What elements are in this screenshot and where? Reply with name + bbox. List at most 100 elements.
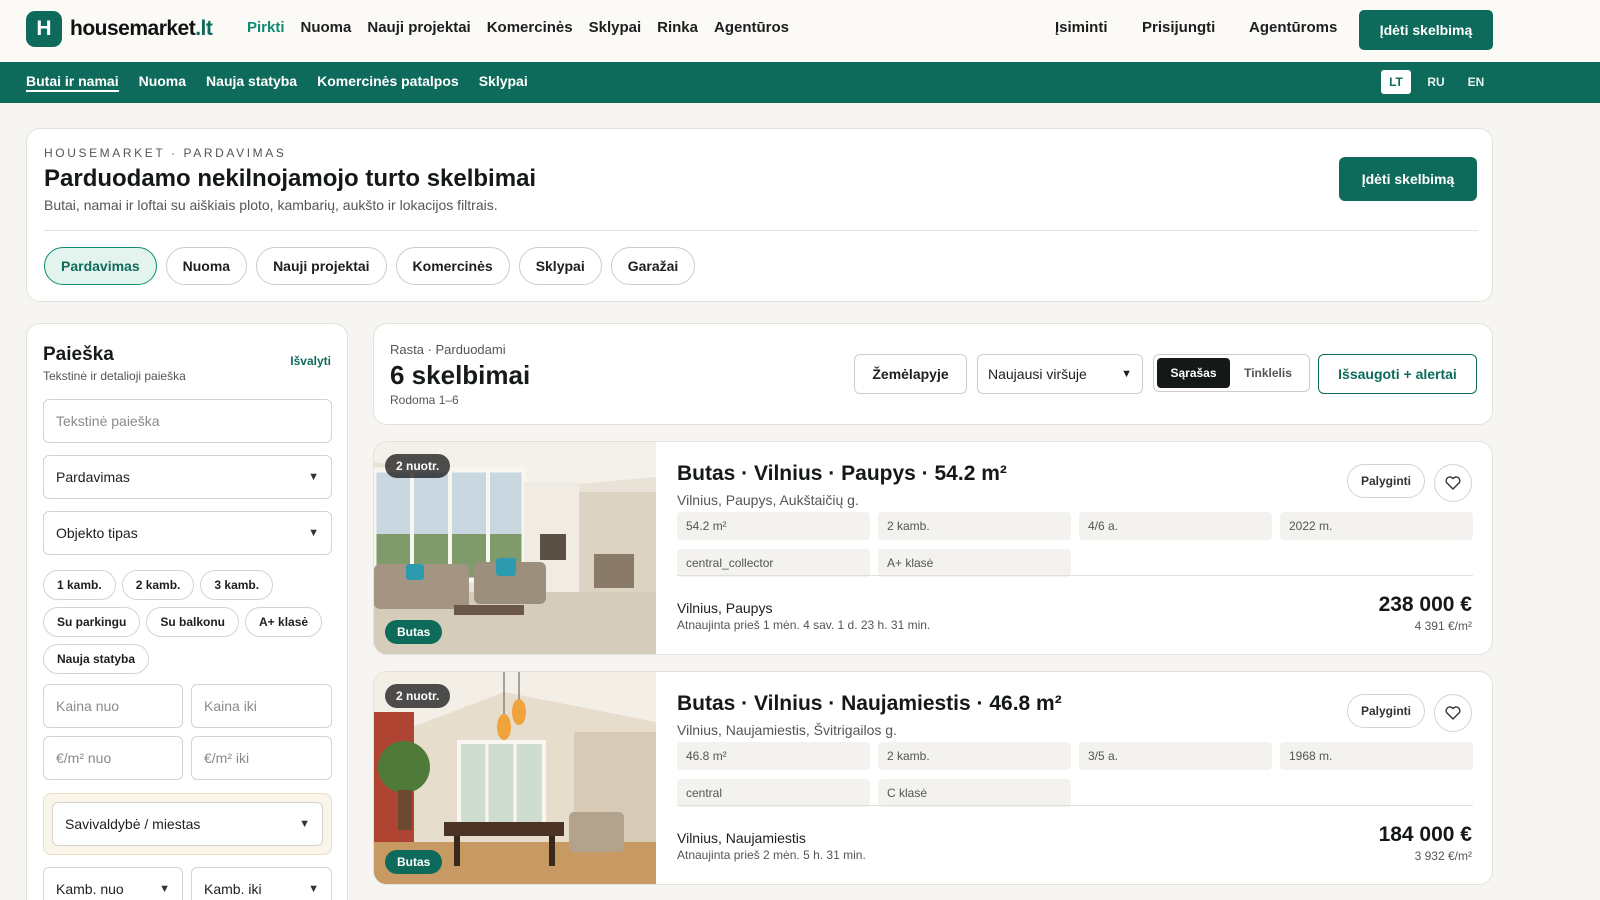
price-from-input[interactable]: Kaina nuo	[43, 684, 183, 728]
view-list-toggle[interactable]: Sąrašas	[1157, 358, 1230, 388]
language-switcher: LT RU EN	[1381, 70, 1491, 94]
chip-parking[interactable]: Su parkingu	[43, 607, 141, 637]
fact-floor: 4/6 a.	[1079, 512, 1272, 540]
logo-text: housemarket.lt	[70, 17, 213, 41]
nav-sklypai[interactable]: Sklypai	[589, 19, 642, 36]
nav-nuoma[interactable]: Nuoma	[301, 19, 352, 36]
map-view-button[interactable]: Žemėlapyje	[854, 354, 967, 394]
listing-photo[interactable]: 2 nuotr. Butas	[374, 442, 656, 654]
fact-energy-class: C klasė	[878, 779, 1071, 807]
ppm-to-input[interactable]: €/m² iki	[191, 736, 332, 780]
tab-pardavimas[interactable]: Pardavimas	[44, 247, 157, 285]
fact-energy-class: A+ klasė	[878, 549, 1071, 577]
rooms-from-value: Kamb. nuo	[56, 881, 124, 897]
municipality-select[interactable]: Savivaldybė / miestas ▼	[52, 802, 323, 846]
tab-nauji-projektai[interactable]: Nauji projektai	[256, 247, 387, 285]
listing-title[interactable]: Butas · Vilnius · Naujamiestis · 46.8 m²	[677, 692, 1062, 716]
chevron-down-icon: ▼	[308, 527, 319, 539]
rooms-to-value: Kamb. iki	[204, 881, 262, 897]
save-search-alert-button[interactable]: Išsaugoti + alertai	[1318, 354, 1477, 394]
logo-tld: .lt	[195, 17, 213, 40]
rooms-to-select[interactable]: Kamb. iki ▼	[191, 867, 332, 900]
chip-2-rooms[interactable]: 2 kamb.	[121, 570, 195, 600]
sort-select[interactable]: Naujausi viršuje ▼	[977, 354, 1143, 394]
lang-ru[interactable]: RU	[1421, 70, 1451, 94]
fact-year: 2022 m.	[1280, 512, 1473, 540]
subnav-butai-ir-namai[interactable]: Butai ir namai	[26, 73, 119, 92]
nav-komercines[interactable]: Komercinės	[487, 19, 573, 36]
price-to-input[interactable]: Kaina iki	[191, 684, 332, 728]
deal-type-select[interactable]: Pardavimas ▼	[43, 455, 332, 499]
agencies-link[interactable]: Agentūroms	[1249, 19, 1337, 36]
view-toggle: Sąrašas Tinklelis	[1153, 354, 1310, 392]
listing-title[interactable]: Butas · Vilnius · Paupys · 54.2 m²	[677, 462, 1007, 486]
subnav-sklypai[interactable]: Sklypai	[479, 73, 528, 92]
compare-button[interactable]: Palyginti	[1347, 464, 1425, 498]
rooms-from-select[interactable]: Kamb. nuo ▼	[43, 867, 183, 900]
listing-price-per-m2: 4 391 €/m²	[1414, 619, 1472, 633]
fact-floor: 3/5 a.	[1079, 742, 1272, 770]
chip-new-build[interactable]: Nauja statyba	[43, 644, 150, 674]
listing-updated: Atnaujinta prieš 1 mėn. 4 sav. 1 d. 23 h…	[677, 618, 931, 632]
fact-rooms: 2 kamb.	[878, 512, 1071, 540]
chip-1-room[interactable]: 1 kamb.	[43, 570, 116, 600]
property-type-badge: Butas	[385, 620, 443, 644]
listing-price: 238 000 €	[1378, 593, 1472, 616]
logo-mark: H	[26, 11, 62, 47]
clear-filters-link[interactable]: Išvalyti	[290, 354, 331, 368]
tab-sklypai[interactable]: Sklypai	[518, 247, 602, 285]
listing-photo[interactable]: 2 nuotr. Butas	[374, 672, 656, 884]
hero-subtitle: Butai, namai ir loftai su aiškiais ploto…	[44, 197, 498, 213]
results-count: 6 skelbimai	[390, 360, 531, 390]
nav-agenturos[interactable]: Agentūros	[714, 19, 789, 36]
sub-nav: Butai ir namai Nuoma Nauja statyba Komer…	[26, 73, 528, 92]
hero-kicker: HOUSEMARKET · PARDAVIMAS	[44, 146, 287, 160]
tab-nuoma[interactable]: Nuoma	[165, 247, 248, 285]
chevron-down-icon: ▼	[308, 883, 319, 895]
subnav-nuoma[interactable]: Nuoma	[139, 73, 186, 92]
object-type-select[interactable]: Objekto tipas ▼	[43, 511, 332, 555]
subnav-komercines-patalpos[interactable]: Komercinės patalpos	[317, 73, 459, 92]
page-title: Parduodamo nekilnojamojo turto skelbimai	[44, 165, 537, 192]
logo[interactable]: H housemarket.lt	[26, 11, 213, 47]
nav-nauji-projektai[interactable]: Nauji projektai	[367, 19, 470, 36]
ppm-from-input[interactable]: €/m² nuo	[43, 736, 183, 780]
tab-komercines[interactable]: Komercinės	[395, 247, 510, 285]
fact-heating: central	[677, 779, 870, 807]
listing-location: Vilnius, Naujamiestis	[677, 830, 806, 846]
favorite-heart-icon[interactable]	[1434, 694, 1472, 732]
hero-post-ad-button[interactable]: Įdėti skelbimą	[1339, 157, 1477, 201]
listing-card[interactable]: 2 nuotr. Butas Butas · Vilnius · Paupys …	[373, 441, 1493, 655]
saved-link[interactable]: Įsiminti	[1055, 19, 1108, 36]
tab-garazai[interactable]: Garažai	[610, 247, 696, 285]
listing-facts: 54.2 m² 2 kamb. 4/6 a. 2022 m. central_c…	[677, 512, 1473, 577]
chevron-down-icon: ▼	[1121, 368, 1132, 380]
chip-a-plus[interactable]: A+ klasė	[245, 607, 323, 637]
hero-divider	[44, 230, 1478, 231]
lang-lt[interactable]: LT	[1381, 70, 1411, 94]
results-range: Rodoma 1–6	[390, 393, 459, 407]
lang-en[interactable]: EN	[1461, 70, 1491, 94]
search-sidebar: Paieška Tekstinė ir detalioji paieška Iš…	[26, 323, 348, 900]
card-divider	[677, 805, 1473, 806]
chevron-down-icon: ▼	[299, 818, 310, 830]
favorite-heart-icon[interactable]	[1434, 464, 1472, 502]
text-search-input[interactable]: Tekstinė paieška	[43, 399, 332, 443]
post-ad-button[interactable]: Įdėti skelbimą	[1359, 10, 1493, 50]
listing-price-per-m2: 3 932 €/m²	[1414, 849, 1472, 863]
quick-filter-chips: 1 kamb. 2 kamb. 3 kamb. Su parkingu Su b…	[43, 570, 335, 674]
listing-card[interactable]: 2 nuotr. Butas Butas · Vilnius · Naujami…	[373, 671, 1493, 885]
hero-card: HOUSEMARKET · PARDAVIMAS Parduodamo neki…	[26, 128, 1493, 302]
main-nav: Pirkti Nuoma Nauji projektai Komercinės …	[247, 19, 789, 36]
subnav-nauja-statyba[interactable]: Nauja statyba	[206, 73, 297, 92]
nav-rinka[interactable]: Rinka	[657, 19, 698, 36]
nav-pirkti[interactable]: Pirkti	[247, 19, 285, 36]
login-link[interactable]: Prisijungti	[1142, 19, 1215, 36]
logo-name: housemarket	[70, 17, 196, 40]
chevron-down-icon: ▼	[159, 883, 170, 895]
chip-3-rooms[interactable]: 3 kamb.	[200, 570, 274, 600]
view-grid-toggle[interactable]: Tinklelis	[1230, 358, 1306, 388]
compare-button[interactable]: Palyginti	[1347, 694, 1425, 728]
listing-location: Vilnius, Paupys	[677, 600, 773, 616]
chip-balcony[interactable]: Su balkonu	[146, 607, 240, 637]
